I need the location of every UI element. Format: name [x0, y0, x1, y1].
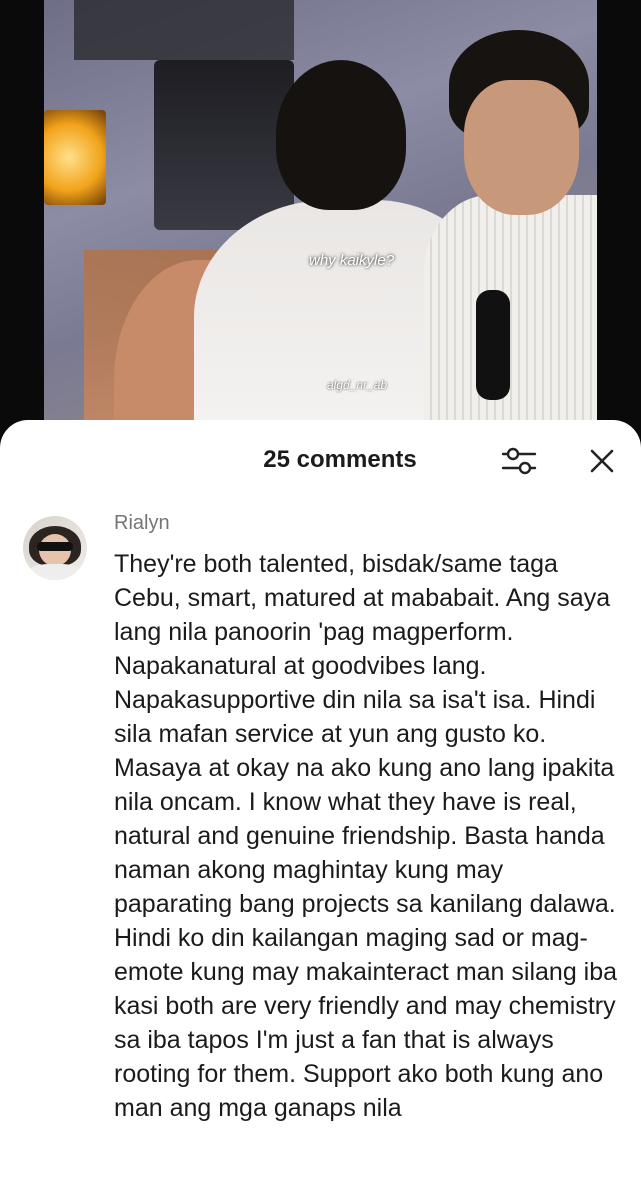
person-man-shirt — [424, 195, 597, 440]
person-woman-hair — [276, 60, 406, 210]
comments-header: 25 comments — [0, 420, 641, 500]
comment-text: They're both talented, bisdak/same taga … — [114, 550, 618, 1122]
sliders-icon[interactable] — [500, 442, 538, 480]
avatar-shirt — [27, 564, 83, 580]
lighting-rig — [74, 0, 294, 60]
comment-username[interactable]: Rialyn — [114, 512, 170, 535]
comments-sheet: 25 comments Rialyn They're both talented… — [0, 420, 641, 1200]
video-watermark: algd_nr_ab — [327, 378, 388, 392]
avatar[interactable] — [23, 516, 87, 580]
microphone — [476, 290, 510, 400]
comments-count-title: 25 comments — [263, 446, 417, 473]
video-player[interactable]: why kaikyle? algd_nr_ab — [44, 0, 597, 440]
avatar-sunglasses — [37, 542, 73, 551]
close-icon[interactable] — [585, 444, 619, 478]
camera — [154, 60, 294, 230]
person-man-face — [464, 80, 579, 215]
video-caption: why kaikyle? — [309, 252, 395, 269]
stage-lamp — [44, 110, 106, 205]
